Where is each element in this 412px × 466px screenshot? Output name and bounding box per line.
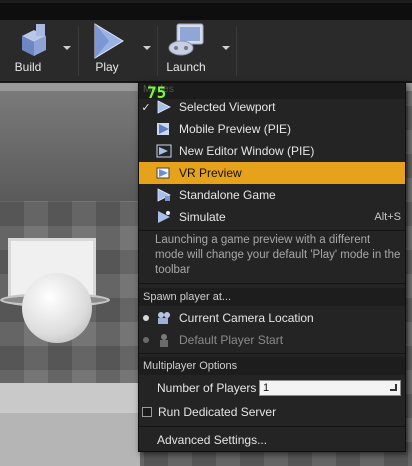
run-dedicated-server-label: Run Dedicated Server: [158, 405, 277, 419]
menu-divider: [139, 426, 405, 427]
launch-button[interactable]: Launch: [160, 20, 212, 80]
menu-item-vr-preview[interactable]: VR Preview: [139, 162, 405, 184]
build-icon: [22, 24, 46, 56]
play-label: Play: [95, 60, 119, 74]
menu-item-label: Mobile Preview (PIE): [179, 122, 292, 136]
number-of-players-value: 1: [263, 382, 270, 394]
mobile-preview-icon: [153, 121, 175, 137]
menu-item-selected-viewport[interactable]: ✓ Selected Viewport: [139, 96, 405, 118]
play-icon: [94, 23, 124, 59]
standalone-game-icon: [153, 187, 175, 203]
menu-item-label: Default Player Start: [179, 333, 284, 347]
menu-item-simulate[interactable]: Simulate Alt+S: [139, 206, 405, 228]
player-start-icon: [153, 332, 175, 348]
build-dropdown-chevron-icon[interactable]: [63, 46, 71, 50]
title-strip: [0, 0, 412, 20]
spawn-default-player-start-option[interactable]: Default Player Start: [139, 329, 405, 351]
sphere-mesh: [22, 273, 92, 343]
simulate-shortcut: Alt+S: [374, 211, 401, 223]
launch-dropdown-chevron-icon[interactable]: [222, 46, 230, 50]
menu-item-label: VR Preview: [179, 166, 242, 180]
menu-item-label: Selected Viewport: [179, 100, 276, 114]
viewport-wall: [0, 91, 140, 201]
checkmark-icon: ✓: [141, 101, 151, 114]
number-of-players-input[interactable]: 1: [259, 380, 401, 396]
viewport-play-icon: [153, 99, 175, 115]
menu-item-standalone-game[interactable]: Standalone Game: [139, 184, 405, 206]
menu-divider: [139, 353, 405, 354]
menu-item-new-editor-window[interactable]: New Editor Window (PIE): [139, 140, 405, 162]
launch-icon: [168, 23, 204, 56]
play-mode-menu: Modes 75 ✓ Selected Viewport Mobile Prev…: [138, 82, 406, 452]
editor-window-icon: [153, 143, 175, 159]
menu-item-label: Current Camera Location: [179, 311, 314, 325]
play-mode-description: Launching a game preview with a differen…: [155, 234, 401, 276]
play-button[interactable]: Play: [82, 20, 132, 80]
multiplayer-section-header: Multiplayer Options: [139, 357, 405, 375]
menu-item-mobile-preview[interactable]: Mobile Preview (PIE): [139, 118, 405, 140]
menu-divider: [139, 283, 405, 284]
menu-item-label: Simulate: [179, 210, 226, 224]
viewport-floor-shadow: [0, 413, 140, 466]
number-of-players-row: Number of Players 1: [139, 377, 405, 399]
radio-selected-icon: [139, 315, 153, 321]
toolbar-separator: [157, 26, 158, 76]
advanced-settings-link[interactable]: Advanced Settings...: [157, 433, 267, 447]
dedicated-server-checkbox[interactable]: [142, 407, 152, 417]
spawn-section-header: Spawn player at...: [139, 288, 405, 306]
toolbar-separator: [78, 26, 79, 76]
vr-preview-icon: [153, 165, 175, 181]
spinner-handle-icon[interactable]: [390, 384, 397, 391]
play-dropdown-chevron-icon[interactable]: [143, 46, 151, 50]
menu-item-label: Standalone Game: [179, 188, 276, 202]
number-of-players-label: Number of Players: [157, 381, 257, 395]
simulate-icon: [153, 209, 175, 225]
toolbar-separator: [236, 26, 237, 76]
editor-window: Build Play Launch Modes 75 ✓ Selected Vi…: [0, 0, 412, 466]
run-dedicated-server-row[interactable]: Run Dedicated Server: [139, 402, 405, 422]
camera-icon: [153, 310, 175, 326]
spawn-current-camera-option[interactable]: Current Camera Location: [139, 307, 405, 329]
menu-item-label: New Editor Window (PIE): [179, 144, 315, 158]
radio-unselected-icon: [139, 337, 153, 343]
build-button[interactable]: Build: [0, 20, 56, 80]
launch-label: Launch: [166, 60, 206, 74]
menu-divider: [139, 230, 405, 231]
toolbar: Build Play Launch: [0, 20, 412, 82]
build-label: Build: [14, 60, 42, 74]
